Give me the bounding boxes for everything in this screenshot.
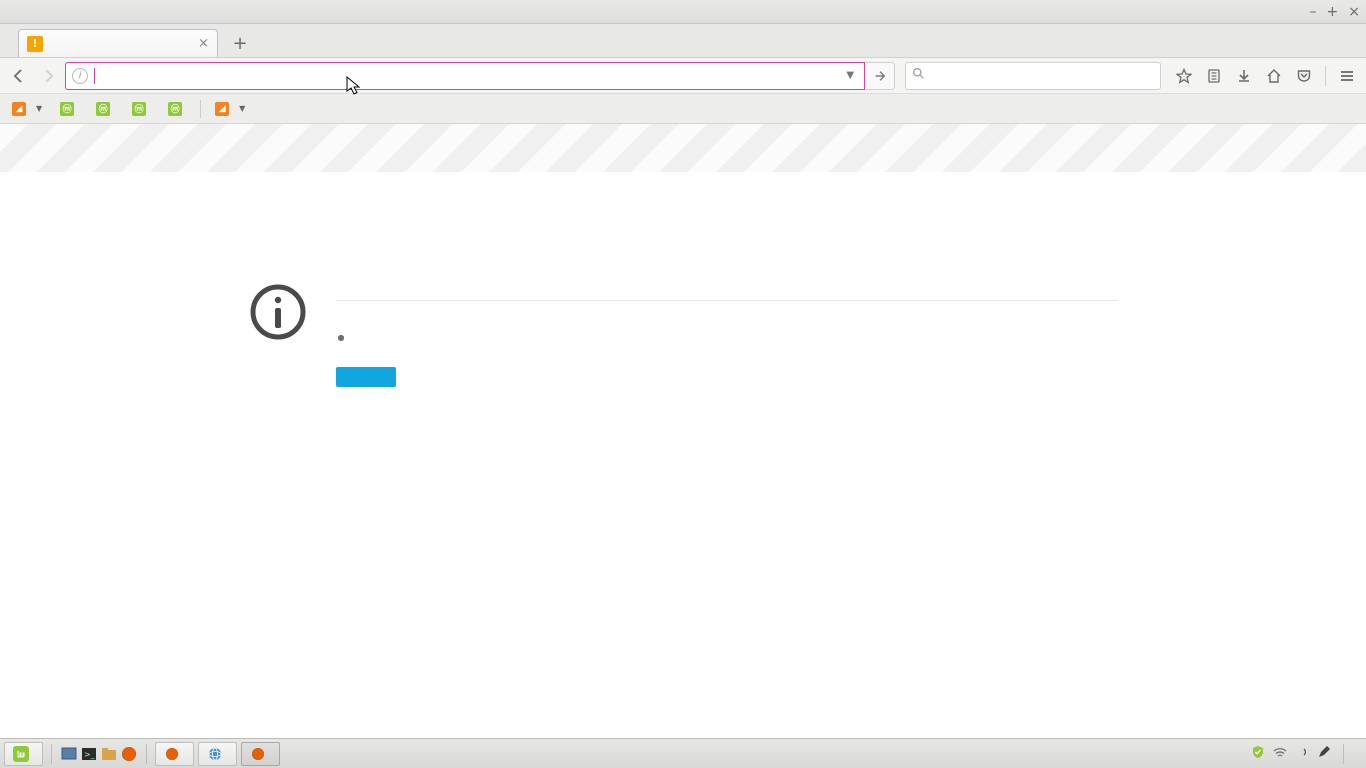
bookmark-news[interactable]: ◢ ▼ bbox=[211, 100, 249, 118]
mint-logo-icon bbox=[13, 746, 29, 762]
pen-icon[interactable] bbox=[1317, 745, 1331, 762]
bookmarks-list-button[interactable] bbox=[1201, 63, 1227, 89]
taskbar-window-button-active[interactable] bbox=[241, 742, 280, 766]
system-tray bbox=[1251, 744, 1362, 764]
site-info-icon[interactable]: i bbox=[72, 68, 88, 84]
terminal-icon[interactable]: >_ bbox=[80, 745, 98, 763]
bookmark-linux-mint[interactable]: ⓜ bbox=[56, 100, 82, 118]
files-icon[interactable] bbox=[100, 745, 118, 763]
toolbar-separator bbox=[1325, 66, 1326, 86]
url-bar[interactable]: i ▼ bbox=[65, 62, 865, 90]
taskbar-separator bbox=[51, 744, 52, 764]
bookmark-most-visited[interactable]: ◢ ▼ bbox=[8, 100, 46, 118]
firefox-icon bbox=[164, 746, 180, 762]
chevron-down-icon: ▼ bbox=[36, 104, 42, 113]
search-bar[interactable] bbox=[905, 62, 1161, 90]
pocket-button[interactable] bbox=[1291, 63, 1317, 89]
search-input[interactable] bbox=[931, 68, 1154, 83]
firefox-icon bbox=[250, 746, 266, 762]
taskbar-separator bbox=[146, 744, 147, 764]
taskbar-window-button[interactable] bbox=[155, 742, 194, 766]
hamburger-menu-button[interactable] bbox=[1334, 63, 1360, 89]
tray-separator bbox=[1343, 744, 1344, 764]
taskbar-window-button[interactable] bbox=[198, 742, 237, 766]
back-button[interactable] bbox=[6, 63, 32, 89]
chevron-down-icon: ▼ bbox=[239, 104, 245, 113]
rss-icon: ◢ bbox=[12, 102, 26, 116]
info-icon bbox=[248, 282, 308, 342]
linuxmint-icon: ⓜ bbox=[132, 102, 146, 116]
svg-text:>_: >_ bbox=[84, 750, 96, 759]
home-button[interactable] bbox=[1261, 63, 1287, 89]
bookmark-separator bbox=[200, 100, 201, 118]
rss-icon: ◢ bbox=[215, 102, 229, 116]
linuxmint-icon: ⓜ bbox=[168, 102, 182, 116]
url-dropdown-icon[interactable]: ▼ bbox=[842, 70, 858, 81]
window-close-button[interactable]: × bbox=[1348, 4, 1360, 20]
bookmarks-toolbar: ◢ ▼ ⓜ ⓜ ⓜ ⓜ ◢ ▼ bbox=[0, 94, 1366, 124]
page-content bbox=[0, 124, 1366, 738]
tab-bar: ! × + bbox=[0, 24, 1366, 58]
shield-icon[interactable] bbox=[1251, 745, 1265, 762]
firefox-icon[interactable] bbox=[120, 745, 138, 763]
volume-icon[interactable] bbox=[1295, 746, 1309, 761]
new-tab-button[interactable]: + bbox=[226, 31, 254, 55]
linuxmint-icon: ⓜ bbox=[60, 102, 74, 116]
try-again-button[interactable] bbox=[336, 367, 396, 387]
window-minimize-button[interactable]: – bbox=[1310, 4, 1317, 20]
bookmark-blog[interactable]: ⓜ bbox=[164, 100, 190, 118]
linuxmint-icon: ⓜ bbox=[96, 102, 110, 116]
quick-launchers: >_ bbox=[60, 745, 138, 763]
warning-icon: ! bbox=[27, 36, 43, 52]
downloads-button[interactable] bbox=[1231, 63, 1257, 89]
system-taskbar: >_ bbox=[0, 738, 1366, 768]
go-button[interactable] bbox=[865, 62, 895, 90]
bookmark-forums[interactable]: ⓜ bbox=[128, 100, 154, 118]
header-stripe bbox=[0, 124, 1366, 172]
search-icon bbox=[912, 67, 925, 84]
forward-button bbox=[36, 63, 62, 89]
navigation-toolbar: i ▼ bbox=[0, 58, 1366, 94]
browser-tab[interactable]: ! × bbox=[18, 29, 218, 57]
show-desktop-icon[interactable] bbox=[60, 745, 78, 763]
url-text bbox=[94, 68, 836, 84]
globe-icon bbox=[207, 746, 223, 762]
divider bbox=[336, 300, 1118, 301]
tab-close-button[interactable]: × bbox=[198, 36, 209, 51]
bookmark-star-button[interactable] bbox=[1171, 63, 1197, 89]
bookmark-community[interactable]: ⓜ bbox=[92, 100, 118, 118]
network-icon[interactable] bbox=[1273, 746, 1287, 761]
window-titlebar: – + × bbox=[0, 0, 1366, 24]
menu-button[interactable] bbox=[4, 742, 43, 766]
window-maximize-button[interactable]: + bbox=[1327, 4, 1339, 20]
